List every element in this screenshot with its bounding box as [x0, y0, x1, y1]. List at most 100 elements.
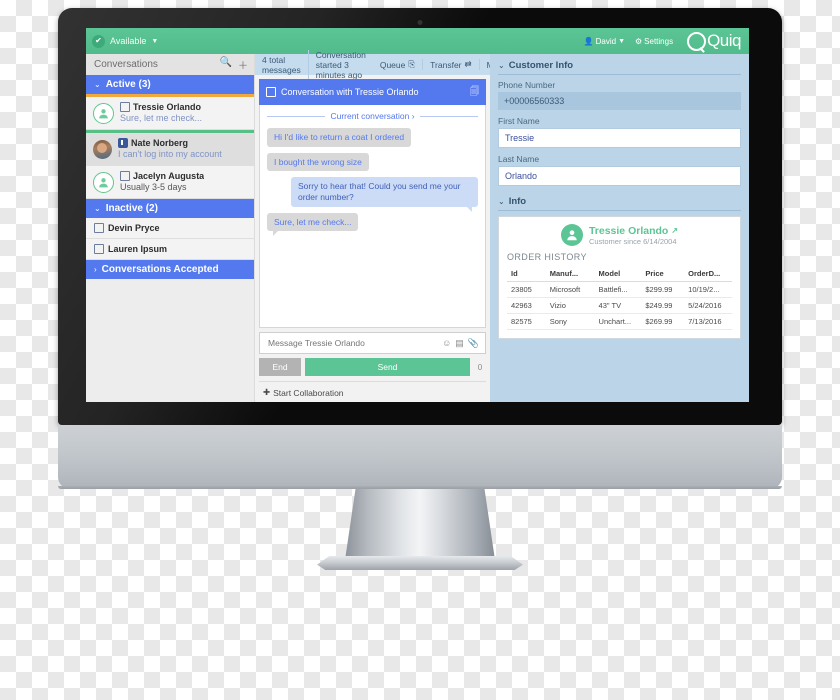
- quiq-mark-icon: [687, 31, 707, 51]
- column-header-id: Id: [507, 266, 547, 282]
- emoji-icon[interactable]: ☺: [442, 338, 451, 349]
- message-row: Hi I'd like to return a coat I ordered: [267, 128, 478, 147]
- conversation-name: Nate Norberg: [131, 138, 189, 148]
- message-bubble-incoming: Sure, let me check...: [267, 212, 359, 236]
- user-icon: 👤: [583, 36, 594, 46]
- cell-model: Battlefi...: [595, 281, 643, 298]
- transfer-button[interactable]: Transfer ⇄: [422, 59, 478, 70]
- message-bubble-incoming: I bought the wrong size: [267, 152, 369, 172]
- workspace: Conversations 🔍 ＋ ⌄ Active (3) Tressie O…: [86, 49, 749, 402]
- send-button[interactable]: Send: [305, 358, 470, 376]
- cell-manuf: Vizio: [546, 297, 596, 314]
- cell-model: Unchart...: [595, 313, 643, 330]
- queue-label: Queue: [379, 59, 406, 70]
- transfer-label: Transfer: [430, 59, 462, 70]
- table-row: 23805 Microsoft Battlefi... $299.99 10/1…: [507, 281, 732, 298]
- end-conversation-button[interactable]: End: [259, 358, 301, 376]
- cell-price: $269.99: [642, 313, 686, 330]
- sms-icon: [266, 87, 276, 97]
- facebook-icon: [118, 138, 128, 148]
- divider-label: Current conversation ›: [330, 111, 415, 121]
- last-name-label: Last Name: [498, 154, 540, 164]
- conversation-item-nate-norberg[interactable]: Nate Norberg I can't log into my account: [86, 133, 254, 166]
- message-row: Sure, let me check...: [267, 212, 478, 236]
- gear-icon: ⚙: [635, 36, 643, 46]
- cell-model: 43" TV: [595, 297, 643, 314]
- character-count: 0: [477, 362, 483, 372]
- check-circle-icon: ✔: [92, 34, 105, 48]
- conversation-item-devin-pryce[interactable]: Devin Pryce: [86, 218, 254, 239]
- conversations-sidebar: Conversations 🔍 ＋ ⌄ Active (3) Tressie O…: [86, 54, 255, 402]
- total-messages-label: 4 total messages: [262, 54, 301, 75]
- cell-orderdate: 5/24/2016: [685, 297, 732, 314]
- start-collaboration-button[interactable]: ✚ Start Collaboration: [259, 381, 486, 398]
- last-name-input[interactable]: [498, 166, 741, 186]
- conversation-pane: 4 total messages Conversation started 3 …: [255, 49, 547, 402]
- customer-info-section-header[interactable]: ⌄ Customer Info: [498, 60, 741, 75]
- chevron-down-icon: ▼: [151, 37, 159, 45]
- cell-manuf: Sony: [546, 313, 596, 330]
- column-header-orderdate: OrderD...: [685, 266, 732, 282]
- info-section-header[interactable]: ⌄ Info: [498, 196, 741, 211]
- chevron-down-icon: ⌄: [498, 61, 505, 70]
- current-conversation-divider: Current conversation ›: [267, 111, 478, 121]
- quiq-logo: Quiq: [687, 31, 741, 51]
- column-header-manuf: Manuf...: [546, 266, 596, 282]
- customer-name: Tressie Orlando: [588, 224, 669, 237]
- sms-icon: [120, 102, 130, 112]
- message-input-wrapper[interactable]: ☺ ▤ 📎: [259, 332, 486, 354]
- plus-icon[interactable]: ＋: [238, 57, 248, 72]
- customer-info-card: Tressie Orlando ↗ Customer since 6/14/20…: [498, 216, 741, 339]
- search-icon[interactable]: 🔍: [220, 57, 232, 72]
- start-collaboration-label: Start Collaboration: [273, 387, 344, 398]
- queue-button[interactable]: Queue ⎘: [373, 59, 422, 70]
- customer-since-label: Customer since 6/14/2004: [588, 236, 677, 246]
- conversation-item-tressie-orlando[interactable]: Tressie Orlando Sure, let me check...: [86, 97, 254, 130]
- app-topbar: ✔ Available ▼ 👤 David ▼ ⚙ Settings Quiq: [86, 28, 749, 54]
- sidebar-section-inactive[interactable]: ⌄ Inactive (2): [86, 199, 254, 218]
- sms-icon: [94, 223, 104, 233]
- avatar: [93, 139, 112, 159]
- settings-label: Settings: [644, 36, 674, 46]
- cell-id: 82575: [507, 313, 547, 330]
- conversation-meta-bar: 4 total messages Conversation started 3 …: [255, 49, 547, 80]
- transfer-icon: ⇄: [464, 59, 472, 69]
- snippet-icon[interactable]: ▤: [455, 338, 464, 349]
- sidebar-section-accepted[interactable]: › Conversations Accepted: [86, 260, 254, 279]
- user-menu[interactable]: 👤 David ▼: [584, 37, 625, 46]
- conversation-name: Devin Pryce: [108, 223, 160, 233]
- message-row: I bought the wrong size: [267, 152, 478, 172]
- sidebar-section-active[interactable]: ⌄ Active (3): [86, 75, 254, 94]
- message-input[interactable]: [266, 337, 443, 349]
- sidebar-section-label: Active (3): [105, 79, 151, 90]
- copy-icon[interactable]: 🗐: [470, 84, 479, 100]
- message-row: Sorry to hear that! Could you send me yo…: [267, 177, 478, 212]
- table-header-row: Id Manuf... Model Price OrderD...: [507, 266, 732, 282]
- monitor-stand-neck: [345, 489, 495, 560]
- column-header-model: Model: [595, 266, 643, 282]
- info-title: Info: [508, 196, 527, 207]
- conversation-item-jacelyn-augusta[interactable]: Jacelyn Augusta Usually 3-5 days: [86, 166, 254, 199]
- message-bubble-incoming: Hi I'd like to return a coat I ordered: [267, 128, 412, 147]
- conversation-name: Tressie Orlando: [133, 102, 202, 112]
- attachment-icon[interactable]: 📎: [468, 338, 479, 349]
- table-row: 82575 Sony Unchart... $269.99 7/13/2016: [507, 313, 732, 330]
- monitor-stand-base: [317, 556, 523, 570]
- customer-info-title: Customer Info: [508, 60, 574, 71]
- webcam-icon: [417, 20, 423, 25]
- order-history-table: Id Manuf... Model Price OrderD... 23805 …: [507, 266, 732, 330]
- settings-button[interactable]: ⚙ Settings: [635, 37, 673, 46]
- cell-manuf: Microsoft: [546, 281, 596, 298]
- cell-orderdate: 10/19/2...: [685, 281, 732, 298]
- message-composer: ☺ ▤ 📎 End Send 0 ✚ Start Collaboration: [255, 328, 490, 402]
- sidebar-section-label: Conversations Accepted: [101, 264, 219, 275]
- cell-price: $249.99: [642, 297, 686, 314]
- conversation-item-lauren-ipsum[interactable]: Lauren Ipsum: [86, 239, 254, 260]
- first-name-input[interactable]: [498, 128, 741, 148]
- availability-status-menu[interactable]: ✔ Available ▼: [92, 34, 159, 48]
- conversations-header: Conversations 🔍 ＋: [86, 54, 254, 75]
- cell-id: 42963: [507, 297, 547, 314]
- chevron-down-icon: ⌄: [94, 204, 101, 213]
- external-link-icon[interactable]: ↗: [671, 226, 678, 235]
- message-bubble-outgoing: Sorry to hear that! Could you send me yo…: [290, 177, 478, 212]
